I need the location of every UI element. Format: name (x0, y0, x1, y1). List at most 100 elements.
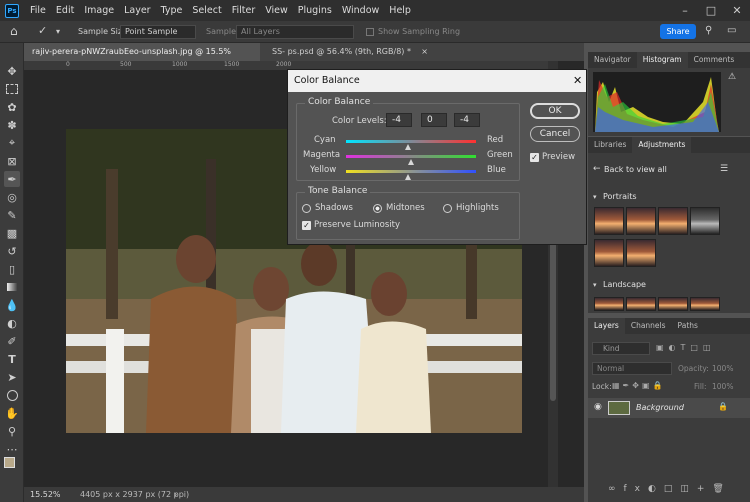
warning-triangle-icon[interactable]: ⚠ (728, 72, 736, 82)
healing-brush-tool-icon[interactable]: ◎ (4, 189, 20, 205)
preset-thumbnail[interactable] (626, 239, 656, 267)
menu-layer[interactable]: Layer (119, 5, 156, 16)
level-input-cyan-red[interactable]: -4 (386, 113, 412, 127)
gradient-tool-icon[interactable] (4, 279, 20, 295)
share-button[interactable]: Share (660, 24, 696, 39)
layer-name[interactable]: Background (636, 403, 684, 412)
zoom-level[interactable]: 15.52% (30, 487, 61, 502)
layer-filter-kind-select[interactable]: Kind (592, 342, 650, 355)
tab-active-document[interactable]: rajiv-perera-pNWZraubEeo-unsplash.jpg @ … (24, 43, 260, 74)
layer-actions-icons[interactable]: ∞fx◐□◫+🗑 (608, 484, 732, 494)
preview-checkbox[interactable]: ✓ (530, 153, 539, 162)
tab-paths[interactable]: Paths (672, 318, 704, 334)
blend-mode-select[interactable]: Normal (592, 362, 672, 375)
preset-thumbnail[interactable] (658, 297, 688, 311)
tab-adjustments[interactable]: Adjustments (632, 137, 692, 153)
eyedropper-tool-icon[interactable]: ✓ (38, 24, 47, 37)
cancel-button[interactable]: Cancel (530, 126, 580, 142)
cyan-red-slider-knob[interactable] (405, 144, 412, 150)
back-to-view-all-link[interactable]: Back to view all (604, 165, 667, 174)
tool-preset-chevron-icon[interactable]: ▾ (56, 27, 60, 36)
menu-file[interactable]: File (25, 5, 51, 16)
home-icon[interactable]: ⌂ (10, 24, 18, 38)
tab-comments[interactable]: Comments (688, 52, 741, 68)
ok-button[interactable]: OK (530, 103, 580, 119)
move-tool-icon[interactable]: ✥ (4, 63, 20, 79)
menu-plugins[interactable]: Plugins (293, 5, 337, 16)
sample-size-select[interactable]: Point Sample (120, 25, 196, 39)
sample-layers-select[interactable]: All Layers (236, 25, 354, 39)
pen-tool-icon[interactable]: ✐ (4, 333, 20, 349)
crop-tool-icon[interactable]: ⌖ (4, 135, 20, 151)
preset-thumbnail[interactable] (594, 297, 624, 311)
dodge-tool-icon[interactable]: ◐ (4, 315, 20, 331)
maximize-icon[interactable]: □ (698, 0, 724, 21)
preset-thumbnail[interactable] (594, 239, 624, 267)
highlights-radio[interactable] (443, 204, 452, 213)
magenta-green-slider[interactable] (346, 155, 476, 158)
preset-thumbnail[interactable] (658, 207, 688, 235)
tab-navigator[interactable]: Navigator (588, 52, 637, 68)
type-tool-icon[interactable]: T (4, 351, 20, 367)
show-ring-checkbox[interactable] (366, 28, 374, 36)
lock-options-icons[interactable]: ▦✒✥▣🔒 (612, 381, 665, 390)
eraser-tool-icon[interactable]: ▯ (4, 261, 20, 277)
zoom-tool-icon[interactable]: ⚲ (4, 423, 20, 439)
foreground-color-swatch[interactable] (4, 457, 15, 468)
photoshop-logo-icon[interactable]: Ps (5, 3, 19, 18)
close-tab-icon[interactable]: × (421, 43, 428, 61)
lasso-tool-icon[interactable]: ✿ (4, 99, 20, 115)
workspace-icon[interactable]: ▭ (727, 25, 736, 36)
chevron-down-icon[interactable]: ▾ (593, 193, 597, 201)
menu-edit[interactable]: Edit (51, 5, 79, 16)
close-dialog-icon[interactable]: ✕ (573, 74, 582, 87)
yellow-blue-slider[interactable] (346, 170, 476, 173)
tab-document[interactable]: SS- ps.psd @ 56.4% (9th, RGB/8) * × (264, 43, 434, 61)
layer-row-background[interactable]: ◉ Background 🔒 (588, 398, 750, 418)
clone-stamp-tool-icon[interactable]: ▩ (4, 225, 20, 241)
menu-window[interactable]: Window (337, 5, 384, 16)
tab-layers[interactable]: Layers (588, 318, 625, 334)
layer-filter-icons[interactable]: ▣◐T□◫ (656, 343, 716, 352)
tab-histogram[interactable]: Histogram (636, 52, 688, 68)
menu-filter[interactable]: Filter (227, 5, 261, 16)
status-chevron-icon[interactable]: › (174, 487, 177, 502)
minimize-icon[interactable]: – (672, 0, 698, 21)
menu-select[interactable]: Select (187, 5, 226, 16)
blur-tool-icon[interactable]: 💧 (4, 297, 20, 313)
midtones-radio[interactable] (373, 204, 382, 213)
menu-type[interactable]: Type (156, 5, 188, 16)
preset-thumbnail[interactable] (690, 207, 720, 235)
level-input-magenta-green[interactable]: 0 (421, 113, 447, 127)
shadows-radio[interactable] (302, 204, 311, 213)
back-arrow-icon[interactable]: ← (593, 164, 601, 174)
menu-view[interactable]: View (260, 5, 293, 16)
preset-thumbnail[interactable] (594, 207, 624, 235)
preset-thumbnail[interactable] (626, 207, 656, 235)
quick-select-tool-icon[interactable]: ✽ (4, 117, 20, 133)
path-selection-tool-icon[interactable]: ➤ (4, 369, 20, 385)
eyedropper-tool-icon[interactable]: ✒ (4, 171, 20, 187)
visibility-eye-icon[interactable]: ◉ (594, 402, 602, 412)
rectangle-tool-icon[interactable] (4, 387, 20, 403)
opacity-value[interactable]: 100% (712, 364, 733, 373)
preserve-luminosity-checkbox[interactable]: ✓ (302, 221, 311, 230)
magenta-green-slider-knob[interactable] (408, 159, 414, 165)
menu-image[interactable]: Image (79, 5, 119, 16)
menu-help[interactable]: Help (384, 5, 416, 16)
fill-value[interactable]: 100% (712, 382, 733, 391)
yellow-blue-slider-knob[interactable] (405, 174, 412, 180)
close-window-icon[interactable]: ✕ (724, 0, 750, 21)
cyan-red-slider[interactable] (346, 140, 476, 143)
more-tools-icon[interactable]: ⋯ (4, 441, 20, 457)
level-input-yellow-blue[interactable]: -4 (454, 113, 480, 127)
preset-thumbnail[interactable] (690, 297, 720, 311)
preset-thumbnail[interactable] (626, 297, 656, 311)
list-view-icon[interactable]: ☰ (720, 164, 728, 174)
tab-channels[interactable]: Channels (625, 318, 672, 334)
chevron-down-icon[interactable]: ▾ (593, 281, 597, 289)
history-brush-tool-icon[interactable]: ↺ (4, 243, 20, 259)
marquee-tool-icon[interactable] (4, 81, 20, 97)
brush-tool-icon[interactable]: ✎ (4, 207, 20, 223)
frame-tool-icon[interactable]: ⊠ (4, 153, 20, 169)
